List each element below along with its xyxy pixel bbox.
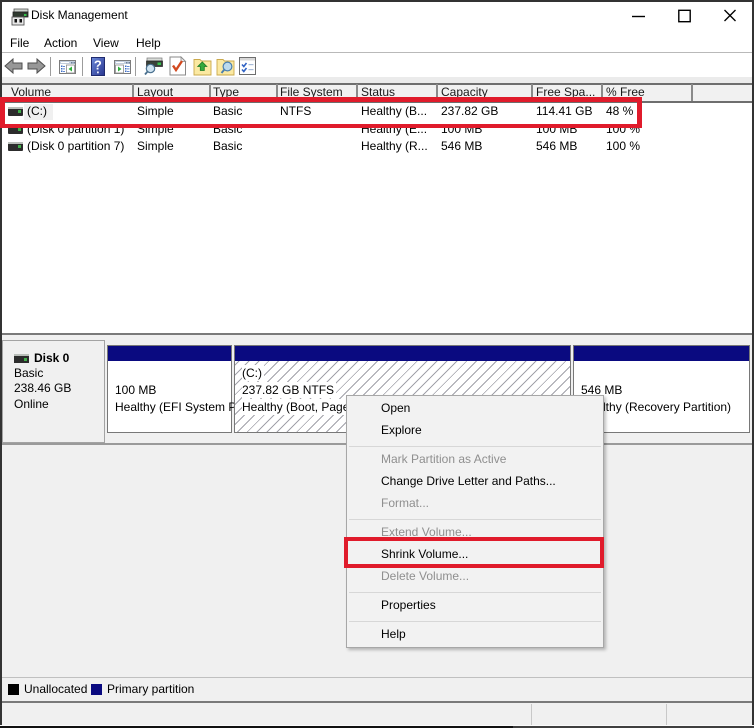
- svg-text:?: ?: [94, 58, 102, 73]
